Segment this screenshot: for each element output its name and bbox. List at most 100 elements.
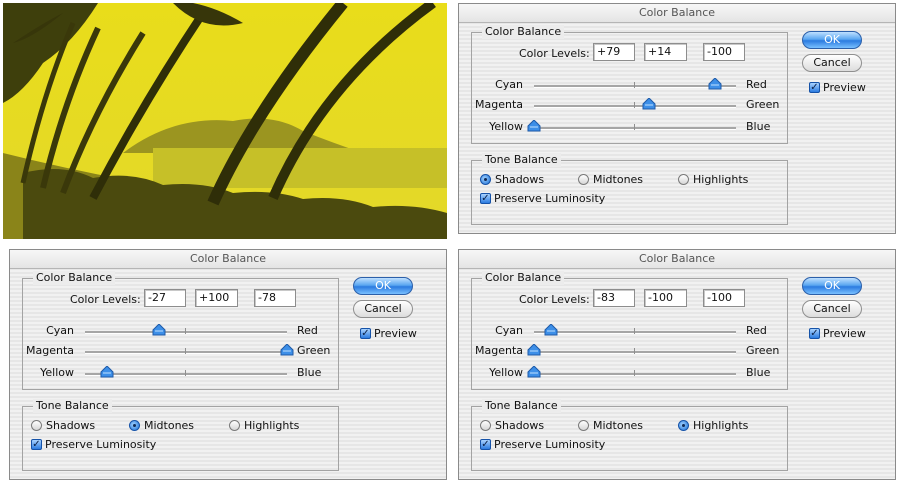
tone-balance-group: Tone Balance Shadows Midtones Highlights…: [471, 399, 788, 471]
shadows-radio[interactable]: Shadows: [480, 173, 544, 186]
radio-button-icon: [480, 174, 491, 185]
color-level-magenta-green-field[interactable]: +14: [644, 43, 687, 61]
slider-thumb[interactable]: [527, 344, 541, 356]
preserve-luminosity-checkbox[interactable]: ✓ Preserve Luminosity: [480, 192, 605, 205]
color-balance-dialog-midtones: Color Balance Color Balance Color Levels…: [9, 249, 447, 480]
checkbox-checked-icon: ✓: [480, 439, 491, 450]
midtones-radio[interactable]: Midtones: [578, 173, 643, 186]
checkbox-checked-icon: ✓: [360, 328, 371, 339]
slider-thumb[interactable]: [280, 344, 294, 356]
preserve-luminosity-label: Preserve Luminosity: [494, 438, 606, 451]
magenta-green-slider[interactable]: [534, 98, 736, 110]
magenta-green-slider[interactable]: [85, 344, 294, 356]
tone-balance-group: Tone Balance Shadows Midtones Highlights…: [22, 399, 339, 471]
magenta-green-slider-row: Magenta Green: [472, 343, 787, 361]
red-label: Red: [746, 324, 767, 337]
checkbox-checked-icon: ✓: [809, 328, 820, 339]
yellow-blue-slider[interactable]: [85, 366, 287, 378]
cyan-red-slider[interactable]: [85, 324, 287, 336]
preserve-luminosity-checkbox[interactable]: ✓ Preserve Luminosity: [480, 438, 605, 451]
cancel-button[interactable]: Cancel: [353, 300, 413, 318]
slider-thumb[interactable]: [527, 120, 541, 132]
highlights-label: Highlights: [693, 419, 749, 432]
radio-button-icon: [678, 174, 689, 185]
dialog-title: Color Balance: [459, 250, 895, 269]
yellow-blue-slider-row: Yellow Blue: [23, 365, 338, 383]
color-balance-group-label: Color Balance: [33, 271, 116, 285]
slider-center-tick: [185, 370, 186, 376]
slider-thumb[interactable]: [152, 324, 166, 336]
preview-label: Preview: [823, 327, 866, 340]
radio-button-icon: [578, 174, 589, 185]
slider-center-tick: [634, 328, 635, 334]
color-level-yellow-blue-field[interactable]: -78: [254, 289, 296, 307]
yellow-blue-slider[interactable]: [527, 366, 736, 378]
yellow-blue-slider[interactable]: [527, 120, 736, 132]
color-balance-group-label: Color Balance: [482, 25, 565, 39]
slider-thumb[interactable]: [544, 324, 558, 336]
highlights-radio[interactable]: Highlights: [229, 419, 299, 432]
midtones-label: Midtones: [593, 173, 644, 186]
cyan-label: Cyan: [495, 324, 523, 337]
color-level-yellow-blue-field[interactable]: -100: [703, 289, 745, 307]
dialog-title: Color Balance: [10, 250, 446, 269]
slider-thumb[interactable]: [708, 78, 722, 90]
magenta-label: Magenta: [474, 344, 523, 357]
slider-thumb[interactable]: [527, 366, 541, 378]
radio-button-icon: [480, 420, 491, 431]
magenta-green-slider[interactable]: [527, 344, 736, 356]
shadows-label: Shadows: [495, 173, 545, 186]
yellow-label: Yellow: [489, 120, 523, 133]
green-label: Green: [746, 344, 780, 357]
cyan-label: Cyan: [46, 324, 74, 337]
slider-thumb[interactable]: [100, 366, 114, 378]
yellow-label: Yellow: [40, 366, 74, 379]
slider-center-tick: [185, 348, 186, 354]
ok-button[interactable]: OK: [802, 31, 862, 49]
slider-thumb[interactable]: [642, 98, 656, 110]
cyan-red-slider[interactable]: [534, 78, 736, 90]
shadows-label: Shadows: [495, 419, 545, 432]
midtones-label: Midtones: [593, 419, 644, 432]
midtones-radio[interactable]: Midtones: [129, 419, 194, 432]
color-balance-group: Color Balance Color Levels: -27 +100 -78…: [22, 271, 339, 390]
highlights-radio[interactable]: Highlights: [678, 173, 748, 186]
slider-center-tick: [634, 124, 635, 130]
magenta-green-slider-row: Magenta Green: [23, 343, 338, 361]
cyan-red-slider-row: Cyan Red: [472, 323, 787, 341]
color-level-magenta-green-field[interactable]: +100: [195, 289, 238, 307]
shadows-radio[interactable]: Shadows: [480, 419, 544, 432]
color-level-magenta-green-field[interactable]: -100: [644, 289, 687, 307]
color-level-cyan-red-field[interactable]: +79: [593, 43, 635, 61]
cancel-button[interactable]: Cancel: [802, 300, 862, 318]
color-level-cyan-red-field[interactable]: -27: [144, 289, 186, 307]
green-label: Green: [297, 344, 331, 357]
cancel-button[interactable]: Cancel: [802, 54, 862, 72]
color-balance-group-label: Color Balance: [482, 271, 565, 285]
preserve-luminosity-checkbox[interactable]: ✓ Preserve Luminosity: [31, 438, 156, 451]
blue-label: Blue: [297, 366, 322, 379]
preview-checkbox[interactable]: ✓ Preview: [360, 327, 417, 340]
ok-button[interactable]: OK: [353, 277, 413, 295]
tone-balance-group: Tone Balance Shadows Midtones Highlights…: [471, 153, 788, 225]
ok-button[interactable]: OK: [802, 277, 862, 295]
radio-button-icon: [678, 420, 689, 431]
tone-balance-group-label: Tone Balance: [482, 399, 561, 413]
preview-checkbox[interactable]: ✓ Preview: [809, 327, 866, 340]
color-levels-label: Color Levels:: [70, 293, 141, 306]
shadows-radio[interactable]: Shadows: [31, 419, 95, 432]
blue-label: Blue: [746, 366, 771, 379]
color-level-yellow-blue-field[interactable]: -100: [703, 43, 745, 61]
midtones-radio[interactable]: Midtones: [578, 419, 643, 432]
checkbox-checked-icon: ✓: [809, 82, 820, 93]
preserve-luminosity-label: Preserve Luminosity: [494, 192, 606, 205]
yellow-blue-slider-row: Yellow Blue: [472, 119, 787, 137]
preview-checkbox[interactable]: ✓ Preview: [809, 81, 866, 94]
magenta-green-slider-row: Magenta Green: [472, 97, 787, 115]
radio-button-icon: [31, 420, 42, 431]
highlights-radio[interactable]: Highlights: [678, 419, 748, 432]
cyan-red-slider[interactable]: [534, 324, 736, 336]
magenta-label: Magenta: [25, 344, 74, 357]
checkbox-checked-icon: ✓: [480, 193, 491, 204]
color-level-cyan-red-field[interactable]: -83: [593, 289, 635, 307]
